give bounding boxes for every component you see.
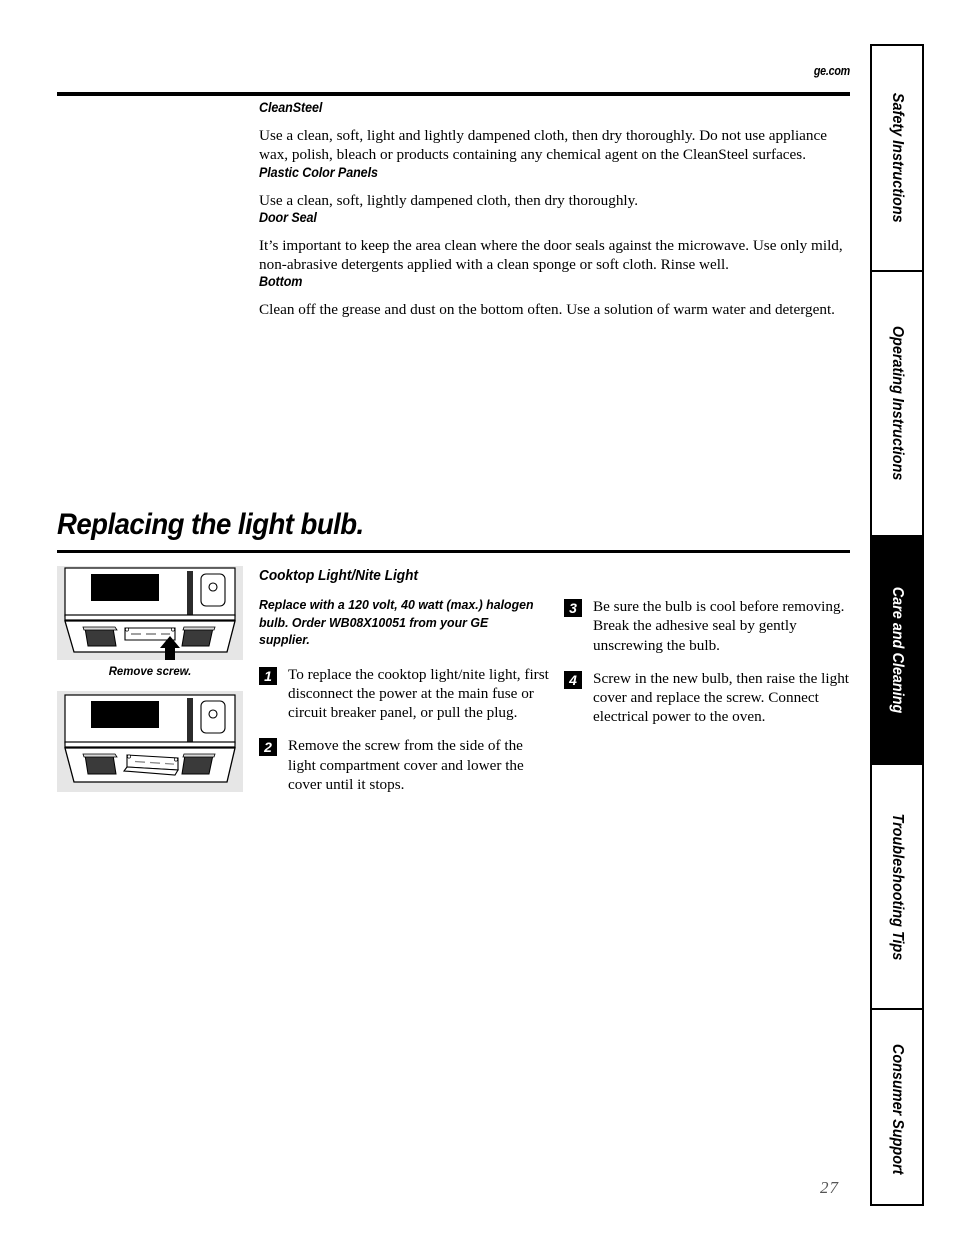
bulb-section-header: Replacing the light bulb. — [57, 508, 850, 553]
sidebar-tab-consumer-support[interactable]: Consumer Support — [872, 1010, 922, 1208]
sidebar-tab-label: Safety Instructions — [889, 93, 906, 223]
sidebar-tab-label: Consumer Support — [889, 1043, 906, 1175]
section-plastic-color-panels: Plastic Color Panels Use a clean, soft, … — [259, 165, 851, 210]
figure-caption: Remove screw. — [108, 664, 192, 678]
sidebar-tab-label: Care and Cleaning — [889, 586, 906, 714]
section-cleansteel: CleanSteel Use a clean, soft, light and … — [259, 100, 851, 165]
sidebar-tab-troubleshooting-tips[interactable]: Troubleshooting Tips — [872, 765, 922, 1010]
step-number-badge: 3 — [564, 599, 582, 617]
figure-lowered-cover — [57, 691, 243, 792]
step-number-badge: 1 — [259, 666, 277, 685]
sidebar-tab-label: Troubleshooting Tips — [889, 813, 906, 960]
sidebar-tab-care-and-cleaning[interactable]: Care and Cleaning — [872, 537, 922, 765]
section-door-seal: Door Seal It’s important to keep the are… — [259, 210, 851, 275]
step-item: 1 To replace the cooktop light/nite ligh… — [259, 665, 549, 723]
section-body: Use a clean, soft, lightly dampened clot… — [259, 191, 639, 209]
step-number-badge: 2 — [259, 738, 277, 757]
bulb-steps-right-column: 3 Be sure the bulb is cool before removi… — [564, 597, 851, 727]
bulb-steps-left-column: Cooktop Light/Nite Light Replace with a … — [259, 568, 549, 794]
step-text: Be sure the bulb is cool before removing… — [593, 598, 845, 654]
step-text: Screw in the new bulb, then raise the li… — [593, 669, 850, 726]
page-header: ge.com — [57, 58, 850, 96]
section-body: Clean off the grease and dust on the bot… — [259, 301, 835, 319]
section-tabs-sidebar: Safety Instructions Operating Instructio… — [870, 44, 924, 1206]
sidebar-tab-safety-instructions[interactable]: Safety Instructions — [872, 46, 922, 272]
step-number-badge: 4 — [564, 670, 582, 689]
section-bottom: Bottom Clean off the grease and dust on … — [259, 274, 851, 319]
page-title: Replacing the light bulb. — [57, 508, 364, 541]
header-rule — [57, 92, 850, 96]
step-item: 2 Remove the screw from the side of the … — [259, 736, 549, 794]
section-body: Use a clean, soft, light and lightly dam… — [259, 127, 827, 164]
step-item: 3 Be sure the bulb is cool before removi… — [564, 597, 851, 655]
bulb-subheading: Cooktop Light/Nite Light — [259, 568, 418, 584]
figure-remove-screw — [57, 566, 243, 660]
microwave-bottom-illustration — [64, 567, 236, 660]
section-heading: CleanSteel — [259, 100, 323, 115]
site-url-label: ge.com — [813, 64, 850, 78]
sidebar-tab-operating-instructions[interactable]: Operating Instructions — [872, 272, 922, 537]
cleaning-sections: CleanSteel Use a clean, soft, light and … — [259, 100, 851, 320]
bulb-note: Replace with a 120 volt, 40 watt (max.) … — [259, 597, 534, 647]
sidebar-tab-label: Operating Instructions — [889, 326, 906, 481]
section-heading: Door Seal — [259, 209, 317, 225]
section-heading: Bottom — [259, 274, 303, 290]
step-item: 4 Screw in the new bulb, then raise the … — [564, 669, 851, 727]
page-number: 27 — [820, 1178, 839, 1197]
section-body: It’s important to keep the area clean wh… — [259, 236, 843, 274]
step-text: Remove the screw from the side of the li… — [288, 737, 524, 793]
title-rule — [57, 550, 850, 553]
microwave-cover-lowered-illustration — [64, 694, 236, 783]
section-heading: Plastic Color Panels — [259, 164, 378, 180]
step-text: To replace the cooktop light/nite light,… — [288, 665, 549, 722]
